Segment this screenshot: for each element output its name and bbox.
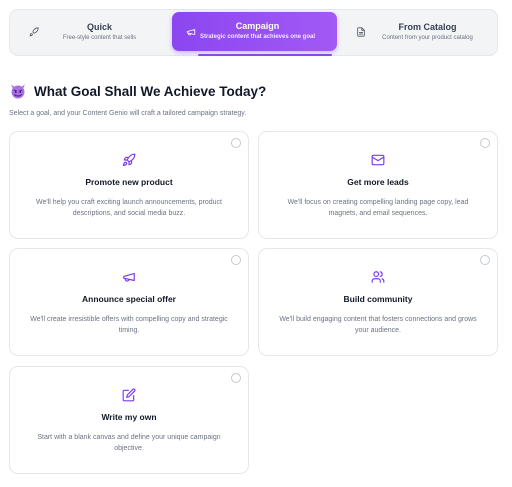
tab-campaign-subtitle: Strategic content that achieves one goal xyxy=(199,34,316,40)
mode-tabs: Quick Free-style content that sells Camp… xyxy=(9,9,498,56)
mail-icon xyxy=(371,154,385,166)
tab-quick-title: Quick xyxy=(86,22,112,32)
goal-title: Promote new product xyxy=(85,177,173,187)
page-heading: What Goal Shall We Achieve Today? xyxy=(9,82,266,100)
goal-card-write-my-own[interactable]: Write my own Start with a blank canvas a… xyxy=(9,366,249,474)
goal-description: We'll focus on creating compelling landi… xyxy=(287,199,469,217)
goal-radio[interactable] xyxy=(480,255,490,265)
goal-title: Announce special offer xyxy=(82,294,176,304)
page-subtitle: Select a goal, and your Content Genio wi… xyxy=(9,110,247,117)
smiling-devil-emoji-icon xyxy=(11,84,25,99)
goal-description: We'll build engaging content that foster… xyxy=(279,316,477,334)
tab-campaign-title: Campaign xyxy=(235,21,280,31)
megaphone-icon xyxy=(186,29,196,36)
goal-radio[interactable] xyxy=(231,138,241,148)
goal-radio[interactable] xyxy=(231,255,241,265)
tab-from-catalog[interactable]: From Catalog Content from your product c… xyxy=(340,10,499,55)
goal-radio[interactable] xyxy=(231,373,241,383)
document-icon xyxy=(357,27,365,37)
tab-quick-subtitle: Free-style content that sells xyxy=(62,35,137,41)
tab-campaign[interactable]: Campaign Strategic content that achieves… xyxy=(172,12,337,51)
goal-radio[interactable] xyxy=(480,138,490,148)
goal-title: Write my own xyxy=(101,412,157,422)
users-icon xyxy=(371,271,385,283)
goal-title: Build community xyxy=(343,294,413,304)
goal-description: We'll help you craft exciting launch ann… xyxy=(35,199,223,217)
goal-card-build-community[interactable]: Build community We'll build engaging con… xyxy=(258,248,498,356)
goal-card-promote-new-product[interactable]: Promote new product We'll help you craft… xyxy=(9,131,249,239)
rocket-icon xyxy=(29,27,39,37)
goal-title: Get more leads xyxy=(347,177,409,187)
goal-description: We'll create irresistible offers with co… xyxy=(30,316,228,334)
goal-description: Start with a blank canvas and define you… xyxy=(37,434,221,452)
goal-card-announce-special-offer[interactable]: Announce special offer We'll create irre… xyxy=(9,248,249,356)
tab-catalog-subtitle: Content from your product catalog xyxy=(382,35,473,41)
rocket-icon xyxy=(122,153,136,167)
pencil-square-icon xyxy=(122,388,136,402)
tab-quick[interactable]: Quick Free-style content that sells xyxy=(10,10,171,55)
megaphone-icon xyxy=(123,272,135,282)
goal-card-get-more-leads[interactable]: Get more leads We'll focus on creating c… xyxy=(258,131,498,239)
tab-catalog-title: From Catalog xyxy=(398,22,457,32)
active-tab-indicator xyxy=(198,54,332,56)
page-title: What Goal Shall We Achieve Today? xyxy=(34,83,267,99)
